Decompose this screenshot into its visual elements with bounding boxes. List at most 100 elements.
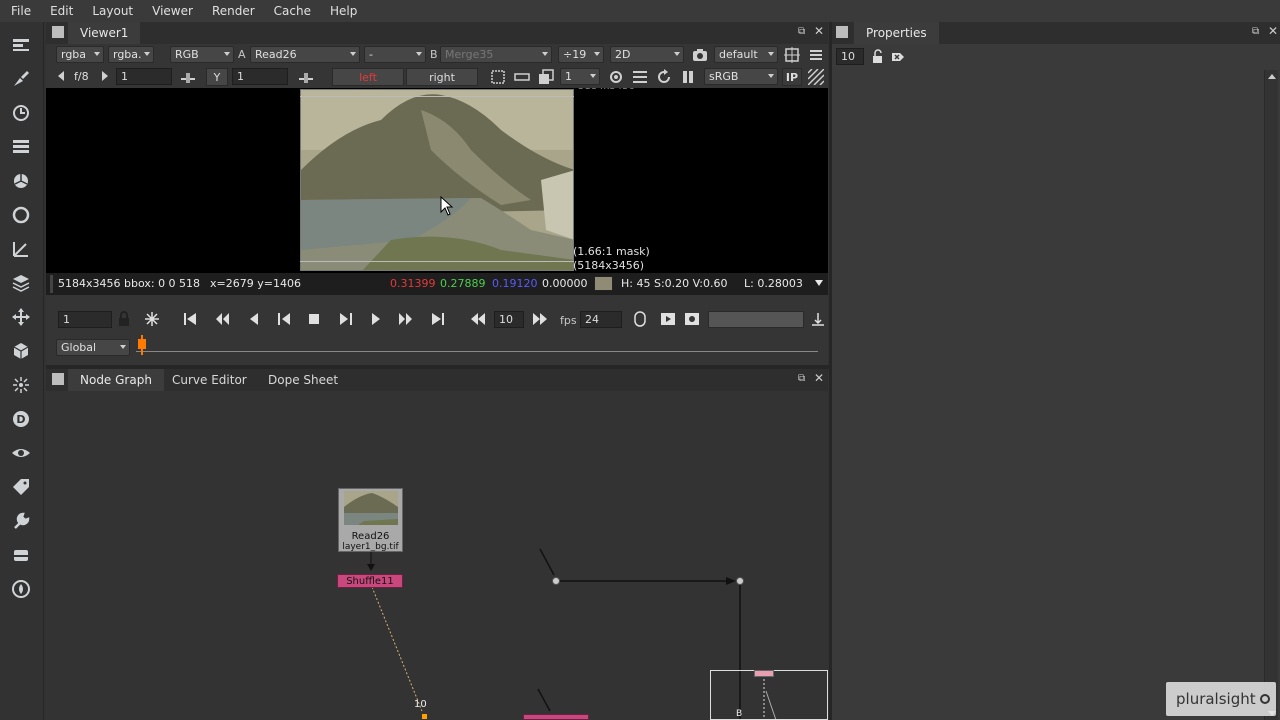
ocula-flame-icon[interactable] [8, 576, 34, 602]
menu-viewer[interactable]: Viewer [141, 0, 201, 22]
dot-node-left[interactable] [552, 577, 560, 585]
merge-node[interactable] [523, 714, 589, 720]
downrez-dropdown[interactable]: ÷19 [558, 46, 604, 63]
loop-icon[interactable] [630, 309, 650, 329]
metadata-tag-icon[interactable] [8, 474, 34, 500]
roi-icon[interactable] [782, 45, 802, 65]
tab-curve-editor[interactable]: Curve Editor [162, 369, 257, 391]
next-frame-icon[interactable] [366, 309, 386, 329]
wipe-icon[interactable] [512, 67, 532, 87]
menu-edit[interactable]: Edit [39, 0, 81, 22]
channels-dropdown[interactable]: rgba [56, 46, 104, 63]
clipping-warning-icon[interactable] [488, 67, 508, 87]
view-mode-dropdown[interactable]: 2D [610, 46, 684, 63]
clear-panels-icon[interactable] [888, 47, 908, 67]
prev-keyframe-icon[interactable] [212, 309, 232, 329]
colorspace-dropdown[interactable]: sRGB [704, 68, 778, 85]
vertical-splitter[interactable] [829, 22, 832, 720]
stop-icon[interactable] [304, 309, 324, 329]
tab-properties[interactable]: Properties [854, 22, 939, 44]
alpha-channel-dropdown[interactable]: rgba. [108, 46, 154, 63]
gain-field[interactable]: 1 [116, 68, 172, 85]
input-process-button[interactable]: IP [782, 68, 802, 86]
panel-menu-icon[interactable] [52, 26, 64, 38]
pause-icon[interactable] [678, 67, 698, 87]
properties-close-icon[interactable]: ✕ [1268, 24, 1278, 38]
menu-file[interactable]: File [0, 0, 39, 22]
lut-dropdown[interactable]: default [714, 46, 778, 63]
fstop-increase-icon[interactable] [102, 71, 108, 81]
gamma-field[interactable]: 1 [232, 68, 288, 85]
viewer-canvas[interactable]: 5184x3456 (1.66:1 mask) (5184x3456) [46, 88, 828, 273]
particles-icon[interactable] [8, 372, 34, 398]
properties-panel-menu-icon[interactable] [836, 26, 848, 38]
play-forward-icon[interactable] [336, 309, 356, 329]
fstop-decrease-icon[interactable] [58, 71, 64, 81]
3d-cube-icon[interactable] [8, 338, 34, 364]
timeline-menu-icon[interactable] [808, 309, 828, 329]
backdrop-selection[interactable] [710, 670, 828, 720]
refresh-icon[interactable] [654, 67, 674, 87]
current-frame-field[interactable]: 1 [58, 311, 112, 328]
menu-layout[interactable]: Layout [81, 0, 141, 22]
fps-field[interactable]: 24 [580, 311, 622, 328]
camera-icon[interactable] [690, 45, 710, 65]
read-node[interactable]: Read26 layer1_bg.tif [338, 488, 403, 552]
proxy-icon[interactable] [536, 67, 556, 87]
gamma-button[interactable]: Y [206, 68, 228, 86]
display-channels-dropdown[interactable]: RGB [170, 46, 234, 63]
next-keyframe-icon[interactable] [396, 309, 416, 329]
tab-node-graph[interactable]: Node Graph [68, 369, 164, 391]
stereo-left-button[interactable]: left [332, 68, 404, 86]
region-render-icon[interactable] [606, 67, 626, 87]
furnace-icon[interactable] [8, 542, 34, 568]
horizontal-splitter[interactable] [46, 365, 829, 369]
stereo-right-button[interactable]: right [406, 68, 478, 86]
guides-icon[interactable] [630, 67, 650, 87]
gain-slider-icon[interactable] [178, 67, 198, 87]
dot-node-right[interactable] [736, 577, 744, 585]
first-frame-icon[interactable] [180, 309, 200, 329]
menu-render[interactable]: Render [201, 0, 263, 22]
properties-float-icon[interactable]: ⧉ [1252, 26, 1259, 37]
play-backward-icon[interactable] [274, 309, 294, 329]
input-b-dropdown[interactable]: Merge35 [440, 46, 552, 63]
skip-forward-icon[interactable] [530, 309, 550, 329]
viewer-settings-icon[interactable] [806, 45, 826, 65]
snowflake-icon[interactable] [142, 309, 162, 329]
time-clock-icon[interactable] [8, 100, 34, 126]
menu-help[interactable]: Help [319, 0, 365, 22]
tab-viewer1[interactable]: Viewer1 [68, 22, 141, 44]
node-graph-canvas[interactable]: Read26 layer1_bg.tif Shuffle11 10 B [46, 391, 828, 720]
roto-node[interactable] [754, 670, 774, 677]
float-panel-icon[interactable]: ⧉ [798, 26, 805, 37]
filter-sphere-icon[interactable] [8, 202, 34, 228]
frame-increment-field[interactable]: 10 [494, 311, 524, 328]
views-eye-icon[interactable] [8, 440, 34, 466]
gamma-slider-icon[interactable] [296, 67, 316, 87]
flipbook-icon[interactable] [658, 309, 678, 329]
draw-brush-icon[interactable] [8, 66, 34, 92]
color-wheel-icon[interactable] [8, 168, 34, 194]
unlock-icon[interactable] [868, 47, 888, 67]
shuffle-node[interactable]: Shuffle11 [337, 574, 403, 588]
skip-back-icon[interactable] [468, 309, 488, 329]
menu-cache[interactable]: Cache [263, 0, 319, 22]
transform-arrows-icon[interactable] [8, 304, 34, 330]
prev-frame-icon[interactable] [244, 309, 264, 329]
wipe-mode-dropdown[interactable]: - [364, 46, 426, 63]
proxy-level-dropdown[interactable]: 1 [560, 68, 600, 85]
tab-dope-sheet[interactable]: Dope Sheet [258, 369, 348, 391]
hatch-icon[interactable] [806, 67, 826, 87]
frame-range-dropdown[interactable]: Global [56, 339, 130, 356]
nodegraph-float-icon[interactable]: ⧉ [798, 373, 805, 384]
close-panel-icon[interactable]: ✕ [814, 24, 824, 38]
nodegraph-close-icon[interactable]: ✕ [814, 371, 824, 385]
max-panels-field[interactable]: 10 [836, 48, 864, 65]
deep-icon[interactable]: D [8, 406, 34, 432]
properties-scrollbar[interactable] [1264, 70, 1278, 720]
scroll-up-icon[interactable] [1268, 74, 1276, 79]
last-frame-icon[interactable] [428, 309, 448, 329]
other-wrench-icon[interactable] [8, 508, 34, 534]
channel-layers-icon[interactable] [8, 134, 34, 160]
